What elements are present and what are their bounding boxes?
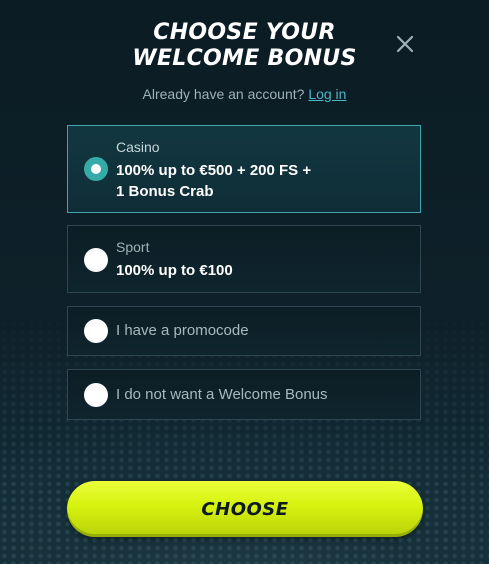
radio-button-no-bonus[interactable]	[84, 383, 108, 407]
choose-button[interactable]: CHOOSE	[67, 481, 423, 537]
welcome-bonus-modal: CHOOSE YOUR WELCOME BONUS Already have a…	[0, 0, 489, 564]
bonus-option-sport[interactable]: Sport 100% up to €100	[67, 225, 421, 293]
option-category-sport: Sport	[116, 239, 150, 255]
bonus-option-casino[interactable]: Casino 100% up to €500 + 200 FS + 1 Bonu…	[67, 125, 421, 213]
option-description-casino-line2: 1 Bonus Crab	[116, 183, 214, 200]
account-prompt: Already have an account? Log in	[0, 86, 489, 102]
bonus-option-promocode[interactable]: I have a promocode	[67, 306, 421, 356]
radio-button-sport[interactable]	[84, 248, 108, 272]
bonus-option-no-bonus[interactable]: I do not want a Welcome Bonus	[67, 369, 421, 420]
option-label-no-bonus: I do not want a Welcome Bonus	[116, 386, 328, 403]
option-description-sport: 100% up to €100	[116, 262, 233, 279]
radio-button-promocode[interactable]	[84, 319, 108, 343]
option-category-casino: Casino	[116, 139, 160, 155]
radio-button-casino[interactable]	[84, 157, 108, 181]
option-description-casino-line1: 100% up to €500 + 200 FS +	[116, 162, 312, 179]
close-button[interactable]	[393, 32, 417, 56]
close-icon	[396, 35, 414, 53]
account-prompt-text: Already have an account?	[142, 86, 305, 102]
login-link[interactable]: Log in	[308, 86, 346, 102]
option-label-promocode: I have a promocode	[116, 322, 249, 339]
